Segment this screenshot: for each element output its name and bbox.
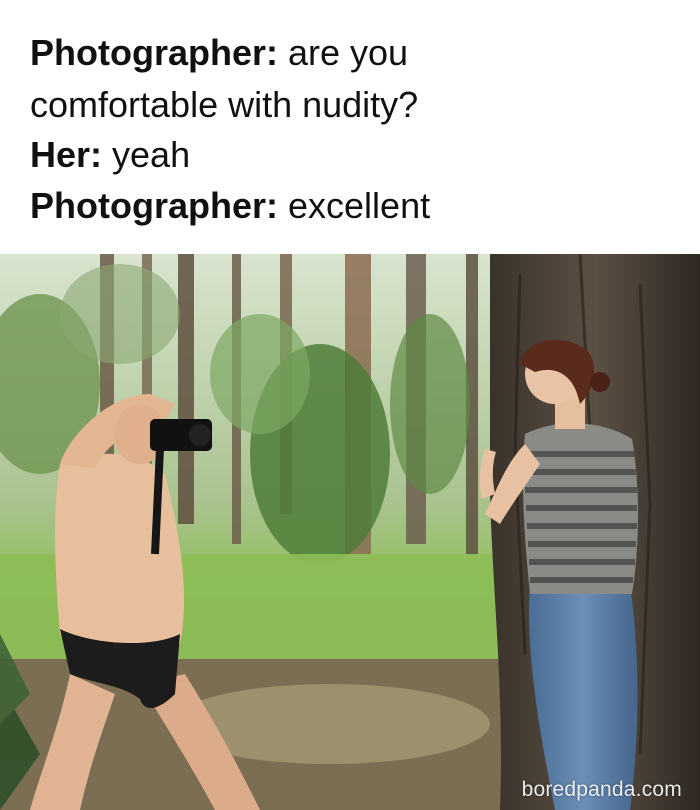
- caption-line-1: Photographer: are you: [30, 33, 408, 73]
- caption-line-2: comfortable with nudity?: [30, 85, 418, 125]
- caption-text: yeah: [102, 134, 191, 175]
- speaker-her: Her:: [30, 134, 103, 175]
- watermark-text: boredpanda.com: [521, 778, 682, 801]
- caption-text: excellent: [278, 185, 431, 226]
- speaker-photographer: Photographer:: [30, 185, 278, 226]
- forest-scene: [0, 254, 700, 810]
- caption-line-3: Her: yeah: [30, 135, 190, 175]
- caption-line-4: Photographer: excellent: [30, 186, 430, 226]
- meme-caption: Photographer: are you comfortable with n…: [0, 0, 700, 254]
- speaker-photographer: Photographer:: [30, 32, 278, 73]
- caption-text: are you: [278, 32, 409, 73]
- meme-photo: boredpanda.com: [0, 254, 700, 810]
- caption-text: comfortable with nudity?: [30, 84, 419, 125]
